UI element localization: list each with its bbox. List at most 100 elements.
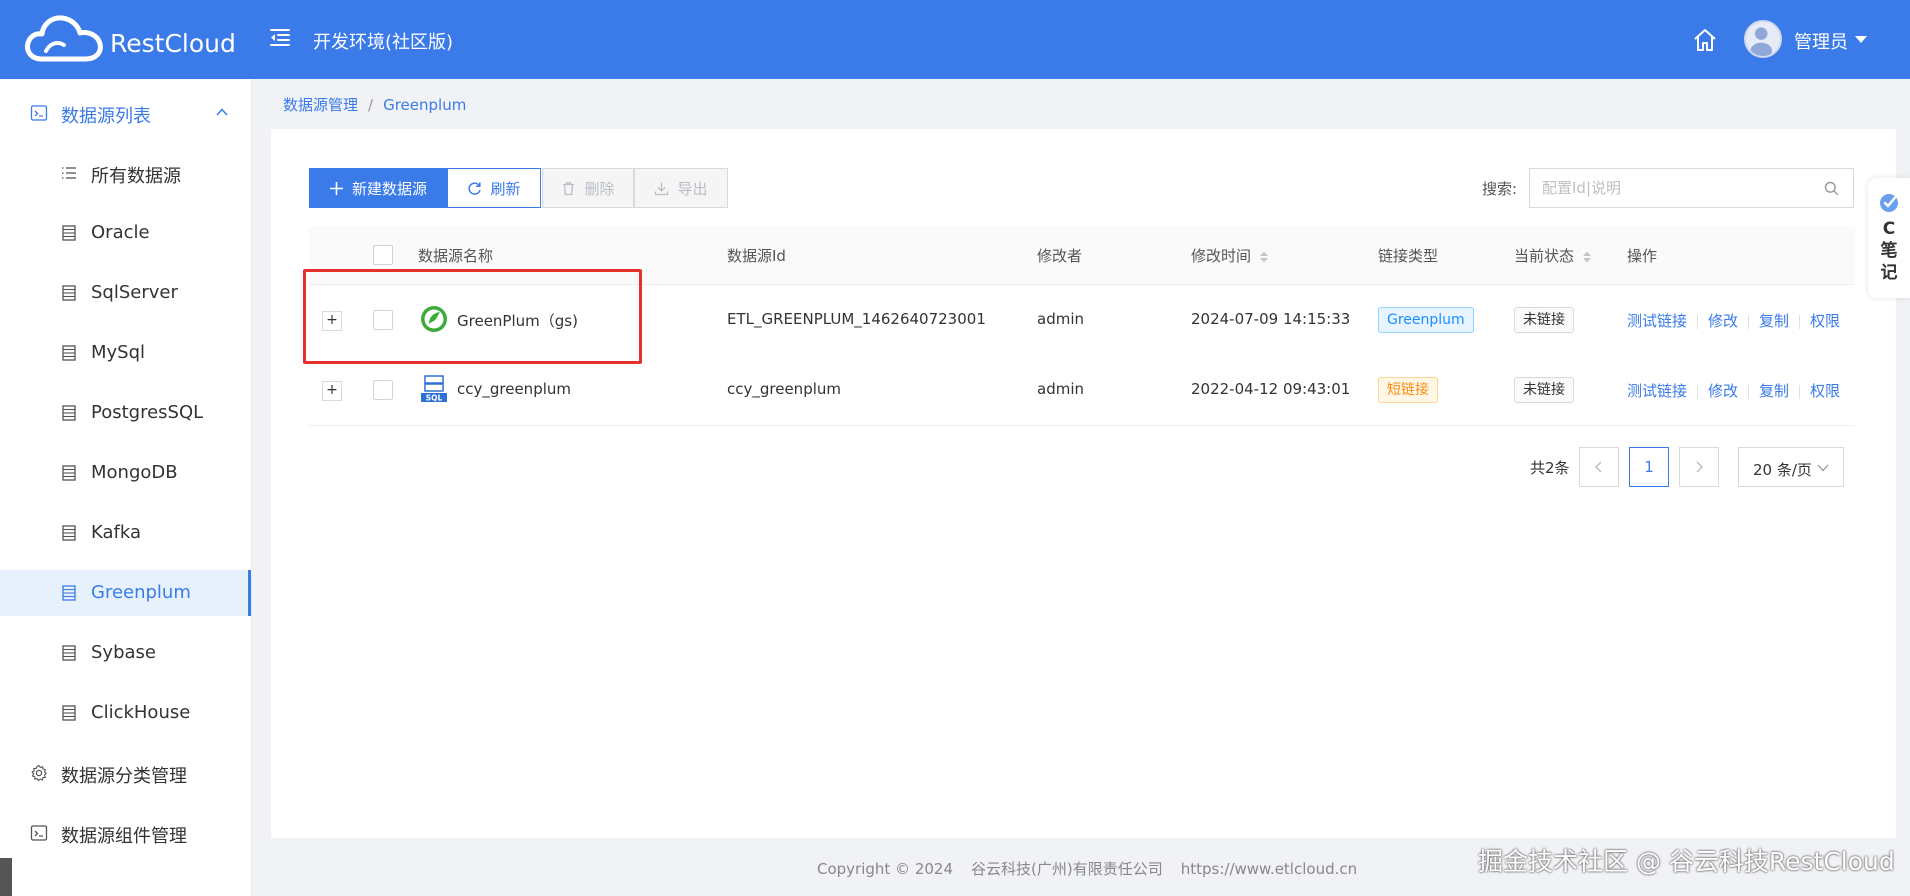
footer-copyright: Copyright © 2024 bbox=[817, 860, 954, 878]
footer-company: 谷云科技(广州)有限责任公司 bbox=[971, 860, 1163, 878]
sidebar: 数据源列表所有数据源 Oracle SqlServer MySql PostgresSQ… bbox=[0, 79, 252, 896]
row-modifier: admin bbox=[1037, 380, 1084, 398]
sidebar-item-12[interactable]: 数据源组件管理 bbox=[0, 810, 251, 856]
sort-icon[interactable] bbox=[1582, 250, 1592, 264]
refresh-icon bbox=[468, 181, 482, 195]
sidebar-item-label: 数据源列表 bbox=[61, 106, 151, 127]
search-icon[interactable] bbox=[1824, 181, 1839, 196]
row-action-1[interactable]: 修改 bbox=[1708, 382, 1738, 400]
database-icon bbox=[60, 584, 78, 602]
breadcrumb-current[interactable]: Greenplum bbox=[383, 96, 466, 114]
action-divider bbox=[1799, 314, 1801, 329]
sidebar-item-6[interactable]: MongoDB bbox=[0, 450, 251, 496]
row-action-3[interactable]: 权限 bbox=[1810, 382, 1840, 400]
header-modifier: 修改者 bbox=[1037, 247, 1083, 265]
breadcrumb-separator: / bbox=[368, 96, 374, 114]
sort-icon[interactable] bbox=[1259, 250, 1269, 264]
top-bar: RestCloud 开发环境(社区版) 管理员 bbox=[0, 0, 1910, 79]
sidebar-item-label: SqlServer bbox=[91, 282, 178, 303]
user-name[interactable]: 管理员 bbox=[1794, 28, 1848, 54]
corner-tab[interactable] bbox=[0, 858, 12, 896]
breadcrumb: 数据源管理 / Greenplum bbox=[283, 94, 466, 115]
row-time: 2022-04-12 09:43:01 bbox=[1191, 380, 1351, 398]
search-input[interactable] bbox=[1530, 169, 1834, 207]
row-action-2[interactable]: 复制 bbox=[1759, 312, 1789, 330]
sidebar-item-0[interactable]: 数据源列表 bbox=[0, 90, 251, 136]
header-status[interactable]: 当前状态 bbox=[1514, 245, 1592, 266]
sql-server-icon: SQL bbox=[421, 375, 447, 403]
next-page-button[interactable] bbox=[1679, 447, 1719, 487]
sidebar-item-label: 数据源组件管理 bbox=[61, 826, 187, 847]
refresh-button[interactable]: 刷新 bbox=[447, 168, 541, 208]
row-action-3[interactable]: 权限 bbox=[1810, 312, 1840, 330]
header-time[interactable]: 修改时间 bbox=[1191, 245, 1269, 266]
search-box bbox=[1529, 168, 1854, 208]
table-row: + SQL ccy_greenplum ccy_greenplum admin 2022-… bbox=[309, 355, 1855, 426]
sidebar-item-8[interactable]: Greenplum bbox=[0, 570, 251, 616]
caret-down-icon[interactable] bbox=[1855, 36, 1867, 44]
breadcrumb-root[interactable]: 数据源管理 bbox=[283, 96, 358, 114]
row-action-1[interactable]: 修改 bbox=[1708, 312, 1738, 330]
database-icon bbox=[60, 344, 78, 362]
search-label: 搜索: bbox=[1482, 180, 1518, 198]
new-datasource-button[interactable]: 新建数据源 bbox=[309, 168, 447, 208]
sidebar-item-5[interactable]: PostgresSQL bbox=[0, 390, 251, 436]
sidebar-item-10[interactable]: ClickHouse bbox=[0, 690, 251, 736]
page-size-select[interactable]: 20 条/页 bbox=[1738, 447, 1844, 487]
floating-note-panel[interactable]: C笔记 bbox=[1868, 178, 1910, 298]
database-icon bbox=[60, 464, 78, 482]
header-time-label: 修改时间 bbox=[1191, 247, 1252, 265]
header-link-type: 链接类型 bbox=[1378, 247, 1439, 265]
row-actions: 测试链接 修改 复制 权限 bbox=[1627, 380, 1840, 401]
env-title[interactable]: 开发环境(社区版) bbox=[313, 28, 453, 54]
row-checkbox[interactable] bbox=[373, 380, 393, 400]
select-all-checkbox[interactable] bbox=[373, 245, 393, 265]
cloud-logo-icon[interactable] bbox=[24, 13, 104, 65]
menu-fold-icon[interactable] bbox=[268, 25, 292, 49]
row-time: 2024-07-09 14:15:33 bbox=[1191, 310, 1351, 328]
row-modifier: admin bbox=[1037, 310, 1084, 328]
delete-button[interactable]: 删除 bbox=[542, 168, 634, 208]
action-divider bbox=[1748, 314, 1750, 329]
pagination-total: 共2条 bbox=[1530, 459, 1570, 477]
row-action-2[interactable]: 复制 bbox=[1759, 382, 1789, 400]
footer: Copyright © 2024 谷云科技(广州)有限责任公司 https://ww… bbox=[817, 858, 1375, 879]
chevron-down-icon bbox=[1817, 464, 1829, 472]
row-action-0[interactable]: 测试链接 bbox=[1627, 312, 1687, 330]
sidebar-item-label: ClickHouse bbox=[91, 702, 191, 723]
chevron-left-icon bbox=[1594, 461, 1602, 473]
sidebar-item-label: PostgresSQL bbox=[91, 402, 204, 423]
sidebar-item-7[interactable]: Kafka bbox=[0, 510, 251, 556]
watermark: 掘金技术社区 @ 谷云科技RestCloud bbox=[1478, 847, 1895, 876]
header-actions: 操作 bbox=[1627, 247, 1658, 265]
sidebar-item-label: 数据源分类管理 bbox=[61, 766, 187, 787]
export-button[interactable]: 导出 bbox=[634, 168, 728, 208]
sidebar-item-4[interactable]: MySql bbox=[0, 330, 251, 376]
prev-page-button[interactable] bbox=[1579, 447, 1619, 487]
link-type-tag: 短链接 bbox=[1378, 377, 1438, 403]
sidebar-item-label: Sybase bbox=[91, 642, 156, 663]
sidebar-item-9[interactable]: Sybase bbox=[0, 630, 251, 676]
chevron-up-icon[interactable] bbox=[216, 108, 228, 116]
expand-row-button[interactable]: + bbox=[322, 381, 342, 401]
page-number-button[interactable]: 1 bbox=[1629, 447, 1669, 487]
home-icon[interactable] bbox=[1692, 27, 1718, 53]
download-icon bbox=[655, 182, 669, 195]
app-name: RestCloud bbox=[110, 29, 236, 58]
footer-url[interactable]: https://www.etlcloud.cn bbox=[1181, 860, 1357, 878]
row-action-0[interactable]: 测试链接 bbox=[1627, 382, 1687, 400]
refresh-label: 刷新 bbox=[490, 179, 521, 198]
sidebar-item-11[interactable]: 数据源分类管理 bbox=[0, 750, 251, 796]
action-divider bbox=[1697, 314, 1699, 329]
sidebar-item-label: MongoDB bbox=[91, 462, 178, 483]
sidebar-item-3[interactable]: SqlServer bbox=[0, 270, 251, 316]
sidebar-item-1[interactable]: 所有数据源 bbox=[0, 150, 251, 196]
row-name: ccy_greenplum bbox=[457, 380, 572, 398]
status-badge: 未链接 bbox=[1514, 307, 1574, 333]
highlight-box bbox=[303, 269, 642, 364]
export-label: 导出 bbox=[677, 179, 708, 198]
row-actions: 测试链接 修改 复制 权限 bbox=[1627, 310, 1840, 331]
avatar[interactable] bbox=[1744, 20, 1782, 58]
sidebar-item-label: Kafka bbox=[91, 522, 141, 543]
sidebar-item-2[interactable]: Oracle bbox=[0, 210, 251, 256]
